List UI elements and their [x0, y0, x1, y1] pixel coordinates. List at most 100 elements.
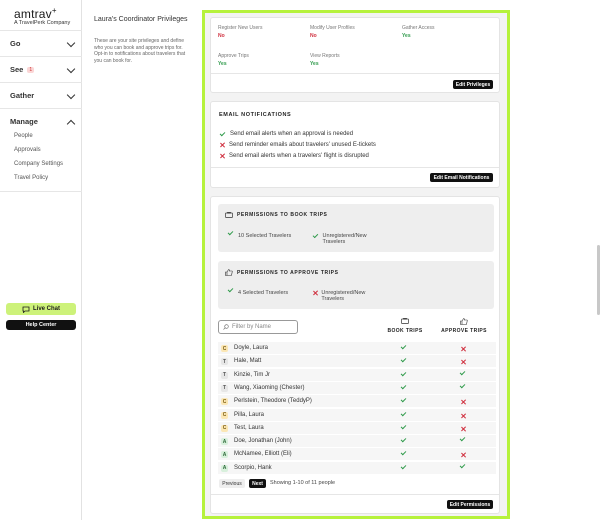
nav-manage-label: Manage — [10, 117, 38, 126]
book-selected-label: 10 Selected Travelers — [238, 233, 292, 239]
sidebar-item-people[interactable]: People — [14, 133, 33, 139]
previous-page-button[interactable]: Previous — [219, 479, 245, 488]
divider — [211, 73, 499, 74]
nav-manage[interactable]: Manage — [0, 108, 82, 134]
divider — [211, 167, 499, 168]
check-icon[interactable] — [459, 435, 466, 442]
nav-see-label: See — [10, 65, 24, 74]
check-icon[interactable] — [400, 423, 407, 430]
check-icon[interactable] — [400, 436, 407, 443]
pagination-summary: Showing 1-10 of 11 people — [270, 480, 336, 486]
nav-go[interactable]: Go — [0, 30, 82, 56]
email-item-disruption: Send email alerts when a travelers' flig… — [219, 153, 369, 159]
check-icon[interactable] — [400, 370, 407, 376]
edit-email-notifications-button[interactable]: Edit Email Notifications — [430, 173, 493, 182]
approve-permissions-title: PERMISSIONS TO APPROVE TRIPS — [237, 269, 339, 276]
amtrav-logo[interactable]: amtrav+ A TravelPerk Company — [14, 6, 70, 26]
approve-unregistered-label: Unregistered/New Travelers — [321, 290, 366, 302]
live-chat-button[interactable]: Live Chat — [6, 303, 76, 315]
x-icon[interactable] — [460, 452, 466, 458]
check-icon — [219, 130, 226, 136]
approve-selected-label: 4 Selected Travelers — [238, 290, 289, 296]
edit-permissions-button[interactable]: Edit Permissions — [447, 500, 493, 509]
traveler-initial-badge: C — [221, 424, 228, 432]
traveler-initial-badge: C — [221, 345, 228, 352]
thumbs-up-icon — [439, 318, 489, 327]
traveler-initial-badge: C — [221, 398, 228, 406]
check-icon[interactable] — [400, 450, 407, 456]
check-icon[interactable] — [459, 369, 466, 375]
traveler-name: Hale, Matt — [234, 358, 262, 365]
traveler-name: Test, Laura — [234, 424, 264, 431]
filter-by-name-input[interactable]: Filter by Name — [218, 320, 298, 334]
approve-unregistered-travelers[interactable]: Unregistered/New Travelers — [312, 290, 382, 302]
table-row: A Scorpio, Hank — [218, 461, 496, 475]
traveler-initial-badge: T — [221, 371, 228, 379]
sidebar-item-company-settings[interactable]: Company Settings — [14, 161, 63, 167]
email-heading: EMAIL NOTIFICATIONS — [219, 112, 292, 118]
table-row: C Perlstein, Theodore (TeddyP) — [218, 395, 496, 409]
priv-reports-label: View Reports — [310, 53, 340, 59]
check-icon[interactable] — [400, 356, 407, 363]
traveler-name: Pilla, Laura — [234, 411, 265, 418]
help-center-button[interactable]: Help Center — [6, 320, 76, 330]
table-row: C Test, Laura — [218, 421, 496, 435]
table-row: C Pilla, Laura — [218, 408, 496, 422]
approve-selected-travelers[interactable]: 4 Selected Travelers — [227, 286, 289, 296]
edit-privileges-button[interactable]: Edit Privileges — [453, 80, 493, 89]
check-icon — [227, 229, 234, 236]
section-description: These are your site privileges and defin… — [94, 38, 186, 64]
table-row: A McNamee, Elliott (Eli) — [218, 448, 496, 462]
check-icon[interactable] — [400, 396, 407, 403]
chevron-down-icon — [66, 38, 76, 48]
traveler-initial-badge: A — [221, 438, 228, 446]
suitcase-icon — [225, 212, 233, 218]
check-icon[interactable] — [400, 343, 407, 350]
traveler-name: Doyle, Laura — [234, 345, 269, 351]
nav-gather[interactable]: Gather — [0, 82, 82, 108]
table-row: C Doyle, Laura — [218, 342, 496, 355]
traveler-initial-badge: A — [221, 464, 228, 472]
traveler-name: Scorpio, Hank — [234, 464, 272, 471]
x-icon[interactable] — [460, 359, 466, 365]
sidebar-item-approvals[interactable]: Approvals — [14, 147, 41, 153]
approve-permissions-heading: PERMISSIONS TO APPROVE TRIPS — [225, 269, 339, 276]
book-unregistered-travelers[interactable]: Unregistered/New Travelers — [312, 232, 383, 245]
email-item-approval: Send email alerts when an approval is ne… — [219, 130, 354, 137]
x-icon[interactable] — [460, 413, 466, 419]
nav-gather-label: Gather — [10, 91, 35, 100]
traveler-initial-badge: A — [221, 451, 228, 459]
nav-see[interactable]: See 1 — [0, 56, 82, 82]
sidebar: amtrav+ A TravelPerk Company Go See 1 Ga… — [0, 0, 82, 520]
check-icon[interactable] — [459, 382, 466, 389]
traveler-name: Wang, Xiaoming (Chester) — [234, 384, 305, 391]
x-icon[interactable] — [460, 426, 466, 432]
x-icon[interactable] — [460, 346, 466, 352]
search-icon — [223, 324, 229, 330]
book-selected-travelers[interactable]: 10 Selected Travelers — [227, 229, 292, 239]
x-icon[interactable] — [460, 399, 466, 405]
book-permissions-title: PERMISSIONS TO BOOK TRIPS — [237, 212, 328, 218]
priv-modify-label: Modify User Profiles — [310, 25, 355, 31]
brand-name: amtrav — [14, 7, 52, 21]
check-icon[interactable] — [459, 462, 466, 469]
email-item-text: Send email alerts when an approval is ne… — [230, 131, 354, 137]
priv-approve-value: Yes — [218, 61, 227, 67]
x-icon — [219, 142, 225, 148]
chevron-down-icon — [66, 64, 76, 74]
traveler-initial-badge: C — [221, 411, 228, 419]
notification-badge: 1 — [27, 66, 35, 73]
table-row: T Kinzie, Tim Jr — [218, 368, 496, 382]
check-icon[interactable] — [400, 383, 407, 390]
table-row: A Doe, Jonathan (John) — [218, 435, 496, 449]
sidebar-item-travel-policy[interactable]: Travel Policy — [14, 175, 48, 181]
priv-gather-label: Gather Access — [402, 25, 435, 31]
priv-register-label: Register New Users — [218, 25, 263, 31]
check-icon[interactable] — [400, 410, 407, 416]
next-page-button[interactable]: Next — [249, 479, 266, 488]
check-icon[interactable] — [400, 463, 407, 470]
email-item-text: Send email alerts when a travelers' flig… — [229, 153, 369, 159]
x-icon — [312, 290, 317, 296]
email-item-text: Send reminder emails about travelers' un… — [229, 142, 376, 148]
live-chat-label: Live Chat — [32, 306, 60, 312]
